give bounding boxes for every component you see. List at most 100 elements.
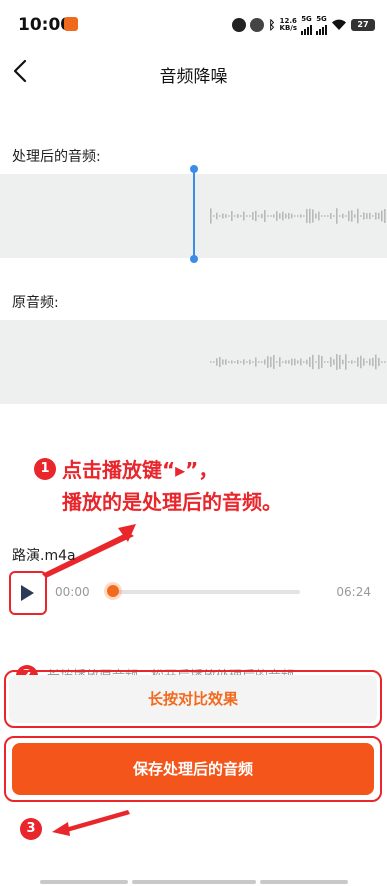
waveform-bar [351,360,353,364]
waveform-bar [330,213,332,219]
file-name: 路演.m4a [12,548,76,564]
wifi-icon [332,19,346,30]
waveform-bar [285,360,287,364]
waveform-bar [321,356,323,368]
waveform-bar [363,212,365,220]
waveform-bar [357,208,359,224]
waveform-bar [228,215,230,217]
waveform-bar [231,360,233,364]
waveform-bar [303,215,305,217]
status-icons: ᛒ 12.6 KB/s 5G 5G 27 [232,15,375,35]
waveform-bar [255,210,257,222]
waveform-bar [315,361,317,363]
waveform-bar [360,215,362,217]
waveform-bar [333,359,335,365]
waveform-bar [222,213,224,219]
waveform-bar [297,360,299,364]
waveform-bar [339,215,341,217]
waveform-bar [339,354,341,370]
waveform-bar [213,215,215,217]
waveform-bar [336,208,338,224]
waveform-bar [264,209,266,223]
waveform-bar [297,215,299,217]
waveform-bar [210,208,212,224]
waveform-bar [354,361,356,363]
waveform-bar [300,214,302,218]
waveform-bar [360,355,362,369]
waveform-bar [258,215,260,217]
waveform-bar [318,211,320,221]
waveform-bar [375,212,377,220]
waveform-bar [276,211,278,221]
current-time: 00:00 [55,585,90,599]
waveform-bar [366,213,368,219]
waveform-bar [384,209,386,223]
waveform-bar [312,209,314,223]
waveform-bar [309,356,311,368]
waveform-bar [327,215,329,217]
waveform-bar [225,214,227,218]
waveform-bar [234,361,236,363]
app-notification-icon [64,17,78,31]
total-time: 06:24 [336,585,371,599]
step-1-marker: 1 [34,458,56,480]
waveform-bar [240,215,242,217]
progress-knob[interactable] [107,585,119,597]
waveform-bar [342,213,344,219]
progress-track[interactable] [110,590,300,594]
waveform-bar [225,359,227,365]
waveform-bar [369,358,371,366]
waveform-bar [246,361,248,363]
waveform-bar [324,215,326,217]
waveform-bar [357,357,359,367]
mute-icon [250,18,265,32]
step-3-arrow [52,810,130,836]
waveform-bar [240,361,242,363]
playhead-marker[interactable] [188,163,200,265]
waveform-bar [216,212,218,220]
signal-sim2: 5G [316,15,327,35]
waveform-bar [261,213,263,219]
waveform-bar [345,215,347,217]
waveform-bar [273,355,275,369]
waveform-bar [330,357,332,367]
waveform-bar [378,212,380,220]
waveform-bar [372,215,374,217]
waveform-bar [351,210,353,222]
waveform-bar [231,211,233,221]
waveform-bar [327,361,329,363]
waveform-bar [366,361,368,363]
waveform-bar [252,212,254,220]
waveform-bar [243,211,245,221]
waveform-bar [294,358,296,366]
bluetooth-icon: ᛒ [268,18,276,32]
instruction-line-2: 播放的是处理后的音频。 [62,490,282,514]
waveform-bar [363,358,365,366]
waveform-bar [270,215,272,217]
original-audio-label: 原音频: [12,295,59,311]
instruction-line-1: 点击播放键“▸”， [62,458,219,482]
page-title: 音频降噪 [159,67,228,87]
waveform-bar [246,215,248,217]
waveform-bar [378,357,380,367]
waveform-bar [300,358,302,366]
waveform-bar [261,361,263,363]
waveform-bar [312,354,314,370]
waveform-bar [384,361,386,363]
play-icon[interactable] [21,585,34,601]
waveform-bar [303,361,305,363]
compare-effect-button[interactable]: 长按对比效果 [9,675,377,723]
waveform-bar [234,215,236,217]
waveform-bar [288,212,290,220]
waveform-bar [276,361,278,363]
waveform-bar [318,354,320,370]
original-waveform[interactable] [0,320,387,404]
waveform-bar [345,354,347,370]
waveform-bar [279,357,281,367]
waveform-bar [273,214,275,218]
save-processed-audio-button[interactable]: 保存处理后的音频 [12,743,374,795]
waveform-bar [252,361,254,363]
signal-sim1: 5G [301,15,312,35]
waveform-bar [216,358,218,366]
waveform-bar [237,360,239,364]
